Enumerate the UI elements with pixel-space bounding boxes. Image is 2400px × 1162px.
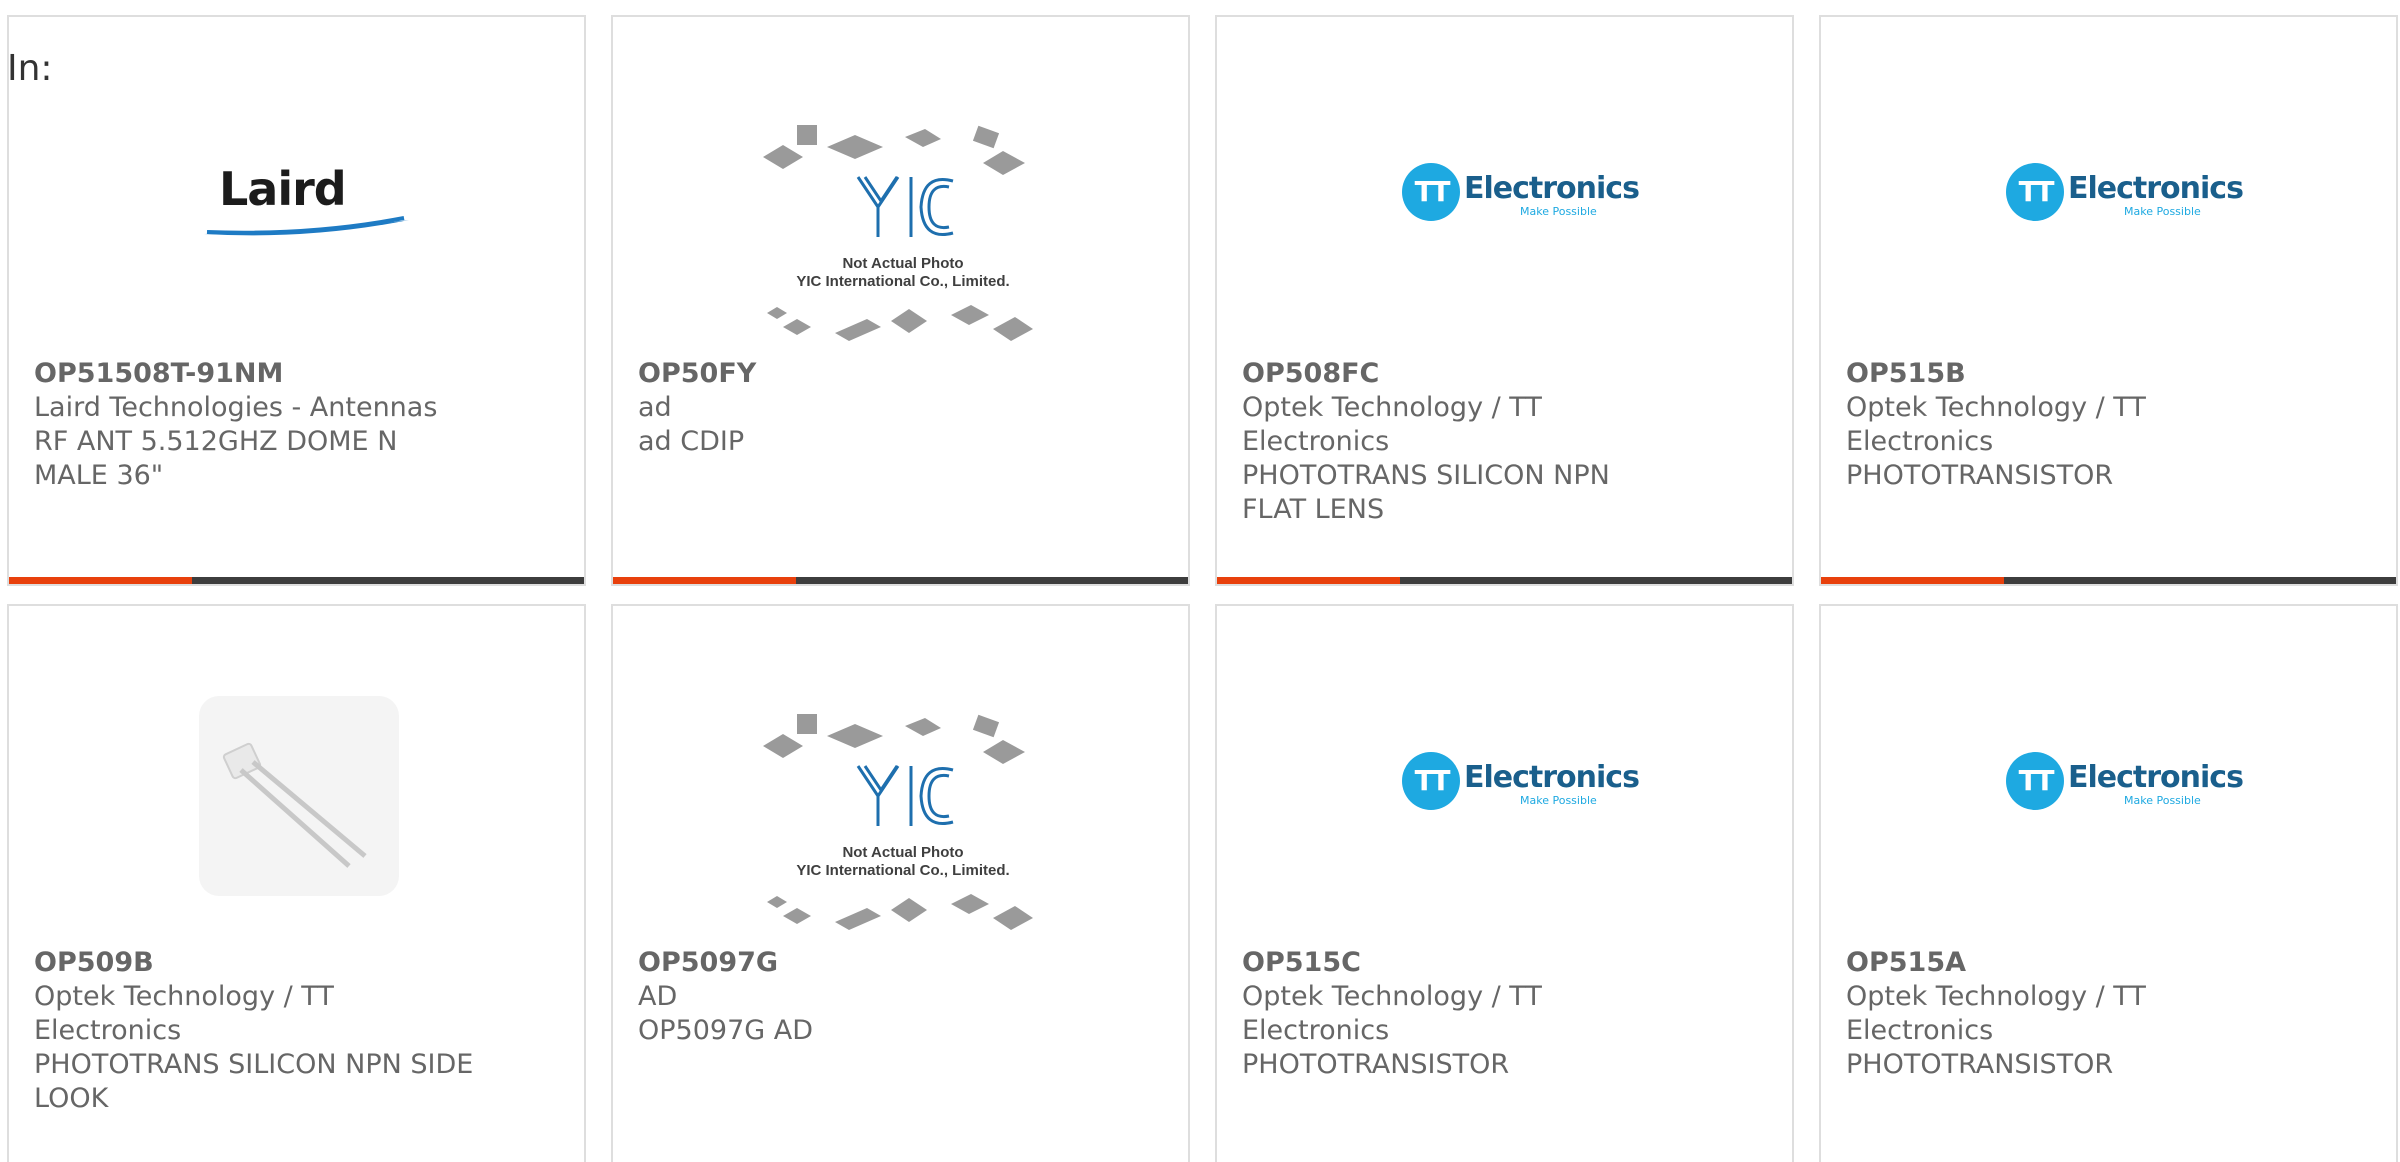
manufacturer: Optek Technology / TT Electronics: [1846, 392, 2146, 457]
tt-electronics-logo: TT Electronics Make Possible: [1821, 17, 2396, 357]
description: PHOTOTRANSISTOR: [1846, 460, 2114, 491]
card-bar-accent: [1217, 577, 1400, 584]
tt-electronics-logo: TT Electronics Make Possible: [1217, 17, 1792, 357]
laird-logo: Laird: [9, 17, 584, 357]
part-number[interactable]: OP515C: [1242, 946, 1682, 980]
chip-packages-icon: [763, 714, 1033, 930]
card-bar-accent: [1821, 577, 2004, 584]
part-number[interactable]: OP5097G: [638, 946, 1078, 980]
yic-placeholder-image: Not Actual Photo YIC International Co., …: [613, 606, 1188, 946]
tt-logo-tagline: Make Possible: [2124, 794, 2201, 807]
manufacturer: Optek Technology / TT Electronics: [1846, 981, 2146, 1046]
product-card[interactable]: TT Electronics Make Possible OP515B Opte…: [1819, 15, 2398, 586]
product-card[interactable]: TT Electronics Make Possible OP515A Opte…: [1819, 604, 2398, 1162]
yic-caption-line1: Not Actual Photo: [842, 255, 964, 272]
tt-logo-tagline: Make Possible: [2124, 205, 2201, 218]
chip-packages-icon: [763, 125, 1033, 341]
tt-electronics-logo: TT Electronics Make Possible: [1821, 606, 2396, 946]
description: ad CDIP: [638, 426, 745, 457]
tt-logo-word: Electronics: [2068, 760, 2244, 795]
yic-caption-line2: YIC International Co., Limited.: [796, 273, 1010, 290]
tt-logo-mark: TT: [1402, 752, 1460, 810]
card-bar: [1217, 577, 1792, 584]
part-number[interactable]: OP515B: [1846, 357, 2286, 391]
card-bar: [613, 577, 1188, 584]
card-bar-accent: [9, 577, 192, 584]
product-card[interactable]: Not Actual Photo YIC International Co., …: [611, 604, 1190, 1162]
description: PHOTOTRANSISTOR: [1846, 1049, 2114, 1080]
product-card[interactable]: OP509B Optek Technology / TT Electronics…: [7, 604, 586, 1162]
manufacturer: Optek Technology / TT Electronics: [1242, 392, 1542, 457]
tt-logo-mark: TT: [1402, 163, 1460, 221]
part-number[interactable]: OP515A: [1846, 946, 2286, 980]
tt-logo-mark: TT: [2006, 752, 2064, 810]
card-bar: [1821, 577, 2396, 584]
product-card[interactable]: Not Actual Photo YIC International Co., …: [611, 15, 1190, 586]
filter-label: In:: [7, 48, 53, 89]
manufacturer: ad: [638, 392, 672, 423]
product-card[interactable]: Laird OP51508T-91NM Laird Technologies -…: [7, 15, 586, 586]
tt-logo-tagline: Make Possible: [1520, 205, 1597, 218]
card-bar: [9, 577, 584, 584]
manufacturer: Optek Technology / TT Electronics: [1242, 981, 1542, 1046]
description: PHOTOTRANS SILICON NPN FLAT LENS: [1242, 460, 1610, 525]
manufacturer: Laird Technologies - Antennas: [34, 392, 438, 423]
tt-logo-tagline: Make Possible: [1520, 794, 1597, 807]
description: PHOTOTRANS SILICON NPN SIDE LOOK: [34, 1049, 474, 1114]
part-number[interactable]: OP51508T-91NM: [34, 357, 474, 391]
yic-caption-line2: YIC International Co., Limited.: [796, 862, 1010, 879]
tt-logo-word: Electronics: [1464, 760, 1640, 795]
description: PHOTOTRANSISTOR: [1242, 1049, 1510, 1080]
card-bar-accent: [613, 577, 796, 584]
manufacturer: Optek Technology / TT Electronics: [34, 981, 334, 1046]
swoosh-icon: [204, 216, 409, 236]
yic-caption-line1: Not Actual Photo: [842, 844, 964, 861]
tt-logo-word: Electronics: [1464, 171, 1640, 206]
tt-logo-word: Electronics: [2068, 171, 2244, 206]
tt-electronics-logo: TT Electronics Make Possible: [1217, 606, 1792, 946]
product-grid-page: In: Laird OP51508T-91NM Laird Technologi…: [0, 0, 2400, 1162]
part-number[interactable]: OP50FY: [638, 357, 1078, 391]
phototransistor-photo: [222, 742, 367, 868]
manufacturer: AD: [638, 981, 678, 1012]
part-number[interactable]: OP508FC: [1242, 357, 1682, 391]
description: RF ANT 5.512GHZ DOME N MALE 36": [34, 426, 398, 491]
part-number[interactable]: OP509B: [34, 946, 474, 980]
product-card[interactable]: TT Electronics Make Possible OP508FC Opt…: [1215, 15, 1794, 586]
component-photo: [9, 606, 584, 946]
yic-placeholder-image: Not Actual Photo YIC International Co., …: [613, 17, 1188, 357]
product-card[interactable]: TT Electronics Make Possible OP515C Opte…: [1215, 604, 1794, 1162]
tt-logo-mark: TT: [2006, 163, 2064, 221]
description: OP5097G AD: [638, 1015, 814, 1046]
